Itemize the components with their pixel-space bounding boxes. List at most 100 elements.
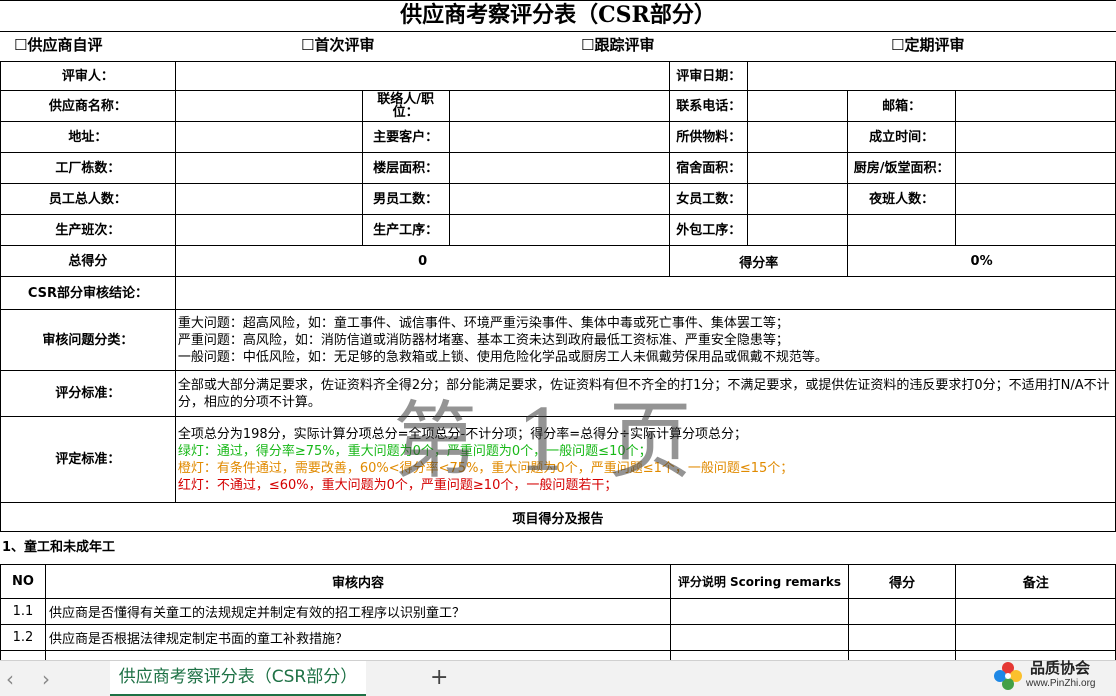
item-content: 供应商是否懂得有关童工的法规规定并制定有效的招工程序以识别童工？ [44, 598, 672, 625]
table-row [0, 650, 1116, 660]
item-content [44, 650, 672, 660]
process-label: 生产工序： [361, 214, 450, 246]
logo-brand: 品质协会 [1030, 659, 1091, 677]
item-score-cell[interactable] [847, 624, 957, 651]
sheet-tab-active[interactable]: 供应商考察评分表（CSR部分） [110, 661, 366, 696]
sheet-tab-bar: ‹ › 供应商考察评分表（CSR部分） + [0, 660, 1116, 696]
checkbox-periodic-review[interactable]: ☐定期评审 [891, 31, 964, 59]
process-cell[interactable] [448, 214, 671, 246]
floor-area-label: 楼层面积： [361, 152, 450, 184]
item-note-cell[interactable] [955, 598, 1116, 625]
item-no: 1.2 [0, 624, 46, 651]
buildings-cell[interactable] [174, 152, 363, 184]
item-no [0, 650, 46, 660]
supplier-name-cell[interactable] [174, 90, 363, 122]
kitchen-area-label: 厨房/饭堂面积： [847, 152, 957, 184]
reviewer-cell[interactable] [174, 61, 671, 91]
shifts-cell[interactable] [174, 214, 363, 246]
item-note-cell[interactable] [955, 624, 1116, 651]
kitchen-area-cell[interactable] [955, 152, 1116, 184]
male-staff-cell[interactable] [448, 183, 671, 215]
next-sheet-arrow-icon[interactable]: › [36, 667, 56, 691]
title-text: 供应商考察评分表（CSR部分） [400, 2, 716, 28]
col-remarks: 评分说明 Scoring remarks [670, 564, 849, 599]
outsourced-label: 外包工序： [669, 214, 749, 246]
email-cell[interactable] [955, 90, 1116, 122]
category-line: 重大问题：超高风险，如：童工事件、诚信事件、环境严重污染事件、集体中毒或死亡事件… [177, 315, 789, 331]
item-content: 供应商是否根据法律规定制定书面的童工补救措施？ [44, 624, 672, 651]
review-type-label: ☐供应商自评 [14, 36, 103, 54]
checkbox-first-review[interactable]: ☐首次评审 [301, 31, 374, 59]
score-rate-label: 得分率 [669, 245, 849, 277]
rating-label: 评定标准： [0, 416, 176, 503]
logo-url: www.PinZhi.org [1026, 678, 1096, 689]
phone-cell[interactable] [747, 90, 849, 122]
phone-label: 联系电话： [669, 90, 749, 122]
established-cell[interactable] [955, 121, 1116, 153]
total-score-value[interactable]: 0 [174, 245, 671, 277]
spreadsheet-sheet: 供应商考察评分表（CSR部分） ☐供应商自评 ☐首次评审 ☐跟踪评审 ☐定期评审… [0, 0, 1116, 660]
main-customers-label: 主要客户： [361, 121, 450, 153]
review-type-label: ☐定期评审 [891, 36, 965, 54]
shifts-label: 生产班次： [0, 214, 176, 246]
page-title: 供应商考察评分表（CSR部分） [0, 0, 1116, 32]
site-logo: 品质协会 www.PinZhi.org [990, 656, 1116, 695]
report-header: 项目得分及报告 [0, 502, 1116, 532]
category-label: 审核问题分类： [0, 309, 176, 371]
scoring-label: 评分标准： [0, 370, 176, 417]
prev-sheet-arrow-icon[interactable]: ‹ [0, 667, 20, 691]
rating-green: 绿灯：通过，得分率≥75%，重大问题为0个，严重问题为0个，一般问题≤10个； [177, 443, 652, 459]
conclusion-label: CSR部分审核结论： [0, 276, 176, 310]
night-shift-label: 夜班人数： [847, 183, 957, 215]
address-label: 地址： [0, 121, 176, 153]
flower-logo-icon [994, 662, 1022, 690]
table-row: 1.2 供应商是否根据法律规定制定书面的童工补救措施？ [0, 624, 1116, 651]
add-sheet-icon[interactable]: + [430, 665, 448, 690]
dorm-area-label: 宿舍面积： [669, 152, 749, 184]
checkbox-followup-review[interactable]: ☐跟踪评审 [581, 31, 654, 59]
night-shift-cell[interactable] [955, 183, 1116, 215]
dorm-area-cell[interactable] [747, 152, 849, 184]
contact-label: 联络人/职位： [361, 90, 450, 122]
female-staff-cell[interactable] [747, 183, 849, 215]
category-text: 重大问题：超高风险，如：童工事件、诚信事件、环境严重污染事件、集体中毒或死亡事件… [174, 309, 1116, 371]
rating-orange: 橙灯：有条件通过，需要改善，60%<得分率<75%，重大问题为0个，严重问题≤1… [177, 460, 794, 476]
review-type-label: ☐首次评审 [301, 36, 375, 54]
col-content: 审核内容 [44, 564, 672, 599]
item-remarks-cell[interactable] [670, 624, 849, 651]
total-staff-label: 员工总人数： [0, 183, 176, 215]
floor-area-cell[interactable] [448, 152, 671, 184]
contact-cell[interactable] [448, 90, 671, 122]
total-score-label: 总得分 [0, 245, 176, 277]
address-cell[interactable] [174, 121, 363, 153]
supplier-name-label: 供应商名称： [0, 90, 176, 122]
item-score-cell[interactable] [847, 598, 957, 625]
review-type-label: ☐跟踪评审 [581, 36, 655, 54]
item-remarks-cell[interactable] [670, 650, 849, 660]
email-label: 邮箱： [847, 90, 957, 122]
materials-cell[interactable] [747, 121, 849, 153]
outsourced-cell[interactable] [747, 214, 849, 246]
rating-text: 全项总分为198分，实际计算分项总分=全项总分-不计分项；得分率=总得分÷实际计… [174, 416, 1116, 503]
conclusion-cell[interactable] [174, 276, 1116, 310]
review-date-label: 评审日期： [669, 61, 749, 91]
table-row: 1.1 供应商是否懂得有关童工的法规规定并制定有效的招工程序以识别童工？ [0, 598, 1116, 625]
score-rate-value[interactable]: 0% [847, 245, 1116, 277]
established-label: 成立时间： [847, 121, 957, 153]
scoring-text: 全部或大部分满足要求，佐证资料齐全得2分；部分能满足要求，佐证资料有但不齐全的打… [174, 370, 1116, 417]
item-no: 1.1 [0, 598, 46, 625]
rating-intro: 全项总分为198分，实际计算分项总分=全项总分-不计分项；得分率=总得分÷实际计… [177, 426, 748, 442]
main-customers-cell[interactable] [448, 121, 671, 153]
checkbox-self-review[interactable]: ☐供应商自评 [14, 31, 102, 59]
review-date-cell[interactable] [747, 61, 1116, 91]
col-note: 备注 [955, 564, 1116, 599]
male-staff-label: 男员工数： [361, 183, 450, 215]
empty-cell[interactable] [955, 214, 1116, 246]
item-score-cell[interactable] [847, 650, 957, 660]
item-remarks-cell[interactable] [670, 598, 849, 625]
total-staff-cell[interactable] [174, 183, 363, 215]
items-table: NO 审核内容 评分说明 Scoring remarks 得分 备注 1.1 供… [0, 564, 1116, 660]
buildings-label: 工厂栋数： [0, 152, 176, 184]
empty-cell[interactable] [847, 214, 957, 246]
category-line: 严重问题：高风险，如：消防信道或消防器材堵塞、基本工资未达到政府最低工资标准、严… [177, 332, 789, 348]
